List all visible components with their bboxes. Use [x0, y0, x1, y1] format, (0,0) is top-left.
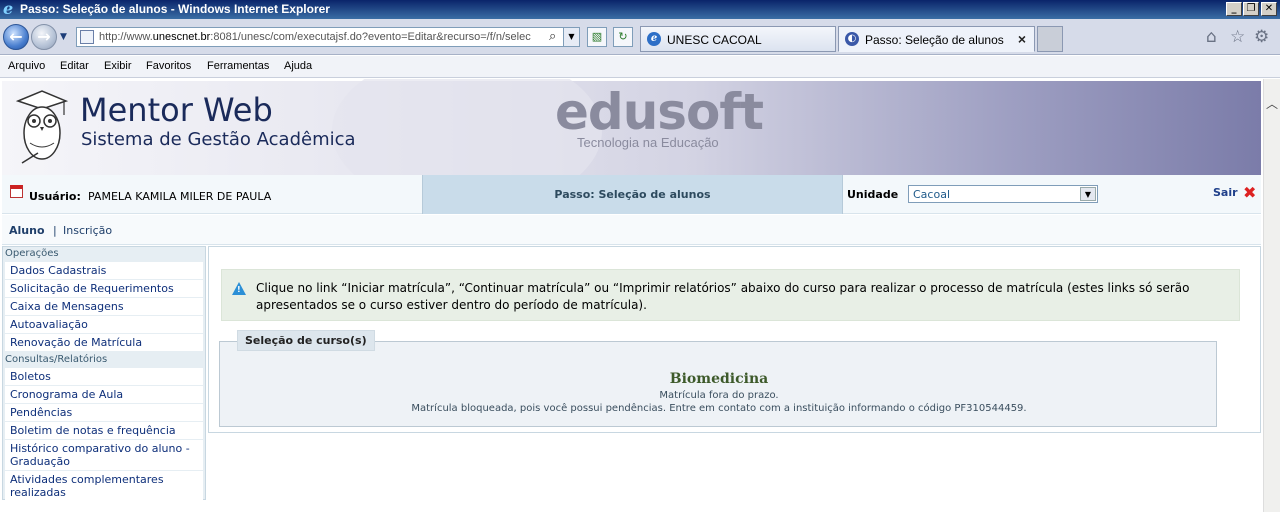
sidebar-item-solicitacao-requerimentos[interactable]: Solicitação de Requerimentos [5, 280, 203, 297]
new-tab-button[interactable] [1037, 26, 1063, 52]
step-title: Passo: Seleção de alunos [422, 175, 843, 214]
header-banner: Mentor Web Sistema de Gestão Acadêmica e… [2, 79, 1261, 211]
edusoft-tagline: Tecnologia na Educação [577, 135, 719, 150]
home-icon[interactable]: ⌂ [1206, 27, 1217, 47]
history-dropdown-icon[interactable]: ▼ [60, 32, 67, 42]
sidebar-item-pendencias[interactable]: Pendências [5, 404, 203, 421]
sidebar-item-boletos[interactable]: Boletos [5, 368, 203, 385]
tab-inscricao[interactable]: Inscrição [63, 224, 112, 237]
sidebar-section-consultas: Consultas/Relatórios [5, 354, 108, 365]
tab-label: UNESC CACOAL [667, 33, 762, 47]
enrollment-status: Matrícula fora do prazo. [659, 390, 779, 401]
sidebar-item-renovacao-matricula[interactable]: Renovação de Matrícula [5, 334, 203, 351]
forward-button[interactable]: → [31, 24, 57, 50]
course-selection-legend: Seleção de curso(s) [237, 330, 375, 351]
sidebar-item-boletim-notas[interactable]: Boletim de notas e frequência [5, 422, 203, 439]
unit-select-value: Cacoal [913, 188, 950, 201]
vertical-scrollbar[interactable]: ︿ [1263, 79, 1280, 512]
menu-ajuda[interactable]: Ajuda [284, 60, 312, 72]
tab-passo-selecao[interactable]: ◐ Passo: Seleção de alunos × [838, 26, 1035, 52]
user-bar: Usuário: PAMELA KAMILA MILER DE PAULA Pa… [2, 175, 1261, 214]
tab-label: Passo: Seleção de alunos [865, 33, 1004, 47]
unit-select[interactable]: Cacoal ▼ [908, 185, 1098, 203]
user-label: Usuário: [29, 190, 81, 203]
compatibility-view-button[interactable]: ▧ [587, 27, 607, 47]
address-bar[interactable]: http://www.unescnet.br:8081/unesc/com/ex… [76, 27, 580, 47]
edusoft-logo: edusoft [555, 83, 764, 141]
warning-icon: ! [232, 282, 246, 295]
menu-editar[interactable]: Editar [60, 60, 89, 72]
search-icon[interactable]: ⌕ [549, 29, 556, 44]
page-tab-icon: ◐ [845, 32, 859, 46]
gear-icon[interactable]: ⚙ [1254, 27, 1269, 47]
menu-favoritos[interactable]: Favoritos [146, 60, 191, 72]
section-tabs: Aluno | Inscrição [2, 215, 1261, 245]
sidebar-item-cronograma-aula[interactable]: Cronograma de Aula [5, 386, 203, 403]
app-title: Mentor Web [80, 91, 273, 129]
close-tab-icon[interactable]: × [1018, 31, 1026, 47]
ie-logo-icon: e [3, 0, 14, 18]
tab-separator: | [53, 224, 57, 237]
sidebar-section-operacoes: Operações [5, 248, 59, 259]
favorites-star-icon[interactable]: ☆ [1230, 27, 1245, 47]
ie-tab-icon: e [647, 32, 661, 46]
navigation-bar: ← → ▼ http://www.unescnet.br:8081/unesc/… [0, 19, 1280, 55]
window-title: Passo: Seleção de alunos - Windows Inter… [20, 2, 330, 16]
sidebar-item-dados-cadastrais[interactable]: Dados Cadastrais [5, 262, 203, 279]
menu-bar: Arquivo Editar Exibir Favoritos Ferramen… [0, 56, 1280, 78]
owl-logo-icon [15, 90, 69, 164]
sidebar-item-autoavaliacao[interactable]: Autoavaliação [5, 316, 203, 333]
sidebar-menu: Operações Dados Cadastrais Solicitação d… [2, 246, 206, 501]
menu-ferramentas[interactable]: Ferramentas [207, 60, 269, 72]
menu-arquivo[interactable]: Arquivo [8, 60, 45, 72]
menu-exibir[interactable]: Exibir [104, 60, 132, 72]
app-subtitle: Sistema de Gestão Acadêmica [81, 129, 356, 150]
sidebar-item-atividades-complementares[interactable]: Atividades complementares realizadas [5, 471, 203, 501]
main-content: ! Clique no link “Iniciar matrícula”, “C… [208, 246, 1261, 433]
info-message-box: ! Clique no link “Iniciar matrícula”, “C… [221, 269, 1240, 321]
logout-x-icon[interactable]: ✖ [1243, 183, 1256, 202]
unit-label: Unidade [847, 188, 899, 201]
address-dropdown-icon[interactable]: ▼ [563, 28, 579, 46]
close-window-button[interactable]: ✕ [1261, 2, 1277, 16]
course-name: Biomedicina [669, 371, 769, 387]
scroll-up-icon[interactable]: ︿ [1264, 95, 1280, 111]
tab-aluno[interactable]: Aluno [9, 224, 45, 237]
tab-unesc-cacoal[interactable]: e UNESC CACOAL [640, 26, 836, 52]
restore-button[interactable]: ❐ [1243, 2, 1259, 16]
course-selection-fieldset: Seleção de curso(s) Biomedicina Matrícul… [219, 330, 1217, 427]
address-url[interactable]: http://www.unescnet.br:8081/unesc/com/ex… [99, 31, 539, 43]
refresh-button[interactable]: ↻ [613, 27, 633, 47]
sidebar-item-historico-comparativo[interactable]: Histórico comparativo do aluno - Graduaç… [5, 440, 203, 470]
sidebar-item-caixa-mensagens[interactable]: Caixa de Mensagens [5, 298, 203, 315]
window-title-bar: e Passo: Seleção de alunos - Windows Int… [0, 0, 1280, 19]
back-button[interactable]: ← [3, 24, 29, 50]
calendar-icon [10, 185, 23, 198]
page-viewport: Mentor Web Sistema de Gestão Acadêmica e… [0, 79, 1263, 512]
user-name: PAMELA KAMILA MILER DE PAULA [88, 190, 272, 203]
page-icon [80, 30, 94, 44]
enrollment-block-message: Matrícula bloqueada, pois você possui pe… [411, 403, 1027, 414]
logout-link[interactable]: Sair [1213, 186, 1238, 199]
chevron-down-icon[interactable]: ▼ [1080, 187, 1096, 201]
minimize-button[interactable]: _ [1226, 2, 1242, 16]
info-message: Clique no link “Iniciar matrícula”, “Con… [256, 281, 1190, 312]
